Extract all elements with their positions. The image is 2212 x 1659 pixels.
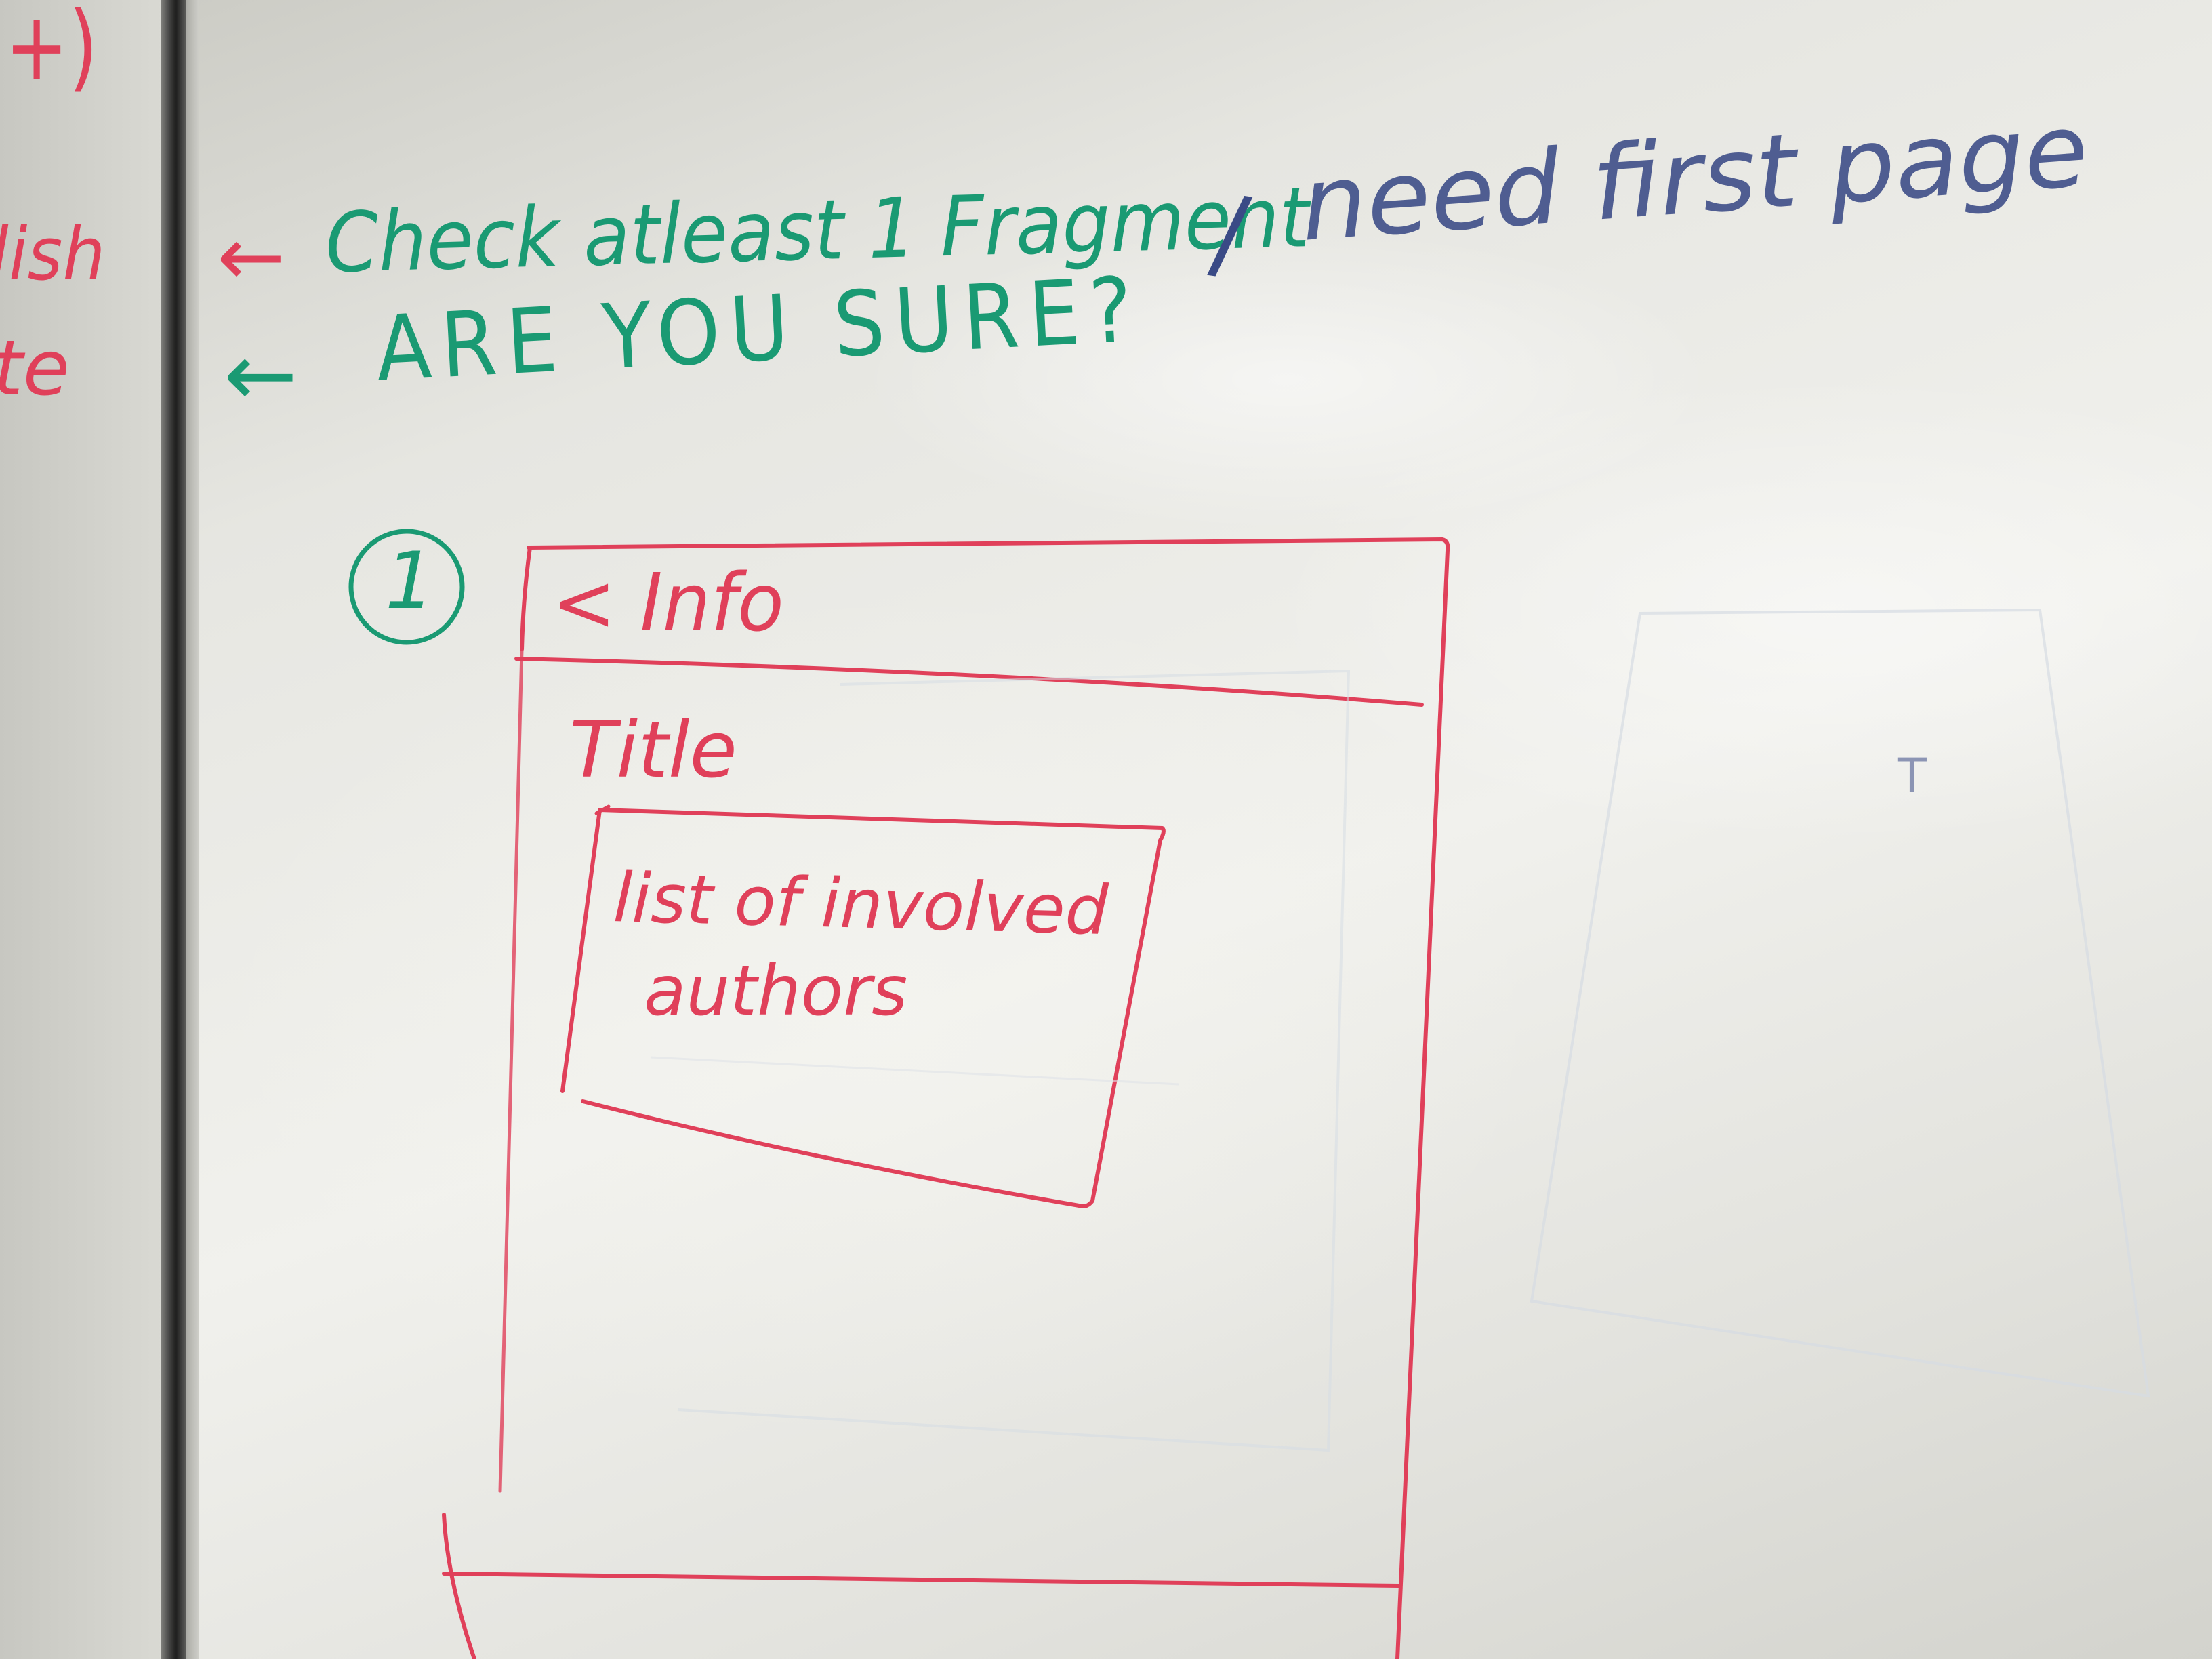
authors-list-line2: authors: [644, 951, 908, 1031]
authors-list-line1: list of involved: [612, 858, 1109, 951]
back-info-header: < Info: [552, 556, 784, 649]
title-label: Title: [569, 705, 737, 795]
mockup-sketch-lines: [348, 529, 2150, 1659]
step-number: 1: [385, 535, 435, 627]
erased-sketch: [1530, 608, 2150, 1398]
faint-mark: T: [1898, 748, 1927, 804]
bottom-divider: [442, 1572, 1401, 1588]
whiteboard: +) lish te ← Check atleast 1 Fragment / …: [0, 0, 2212, 1659]
